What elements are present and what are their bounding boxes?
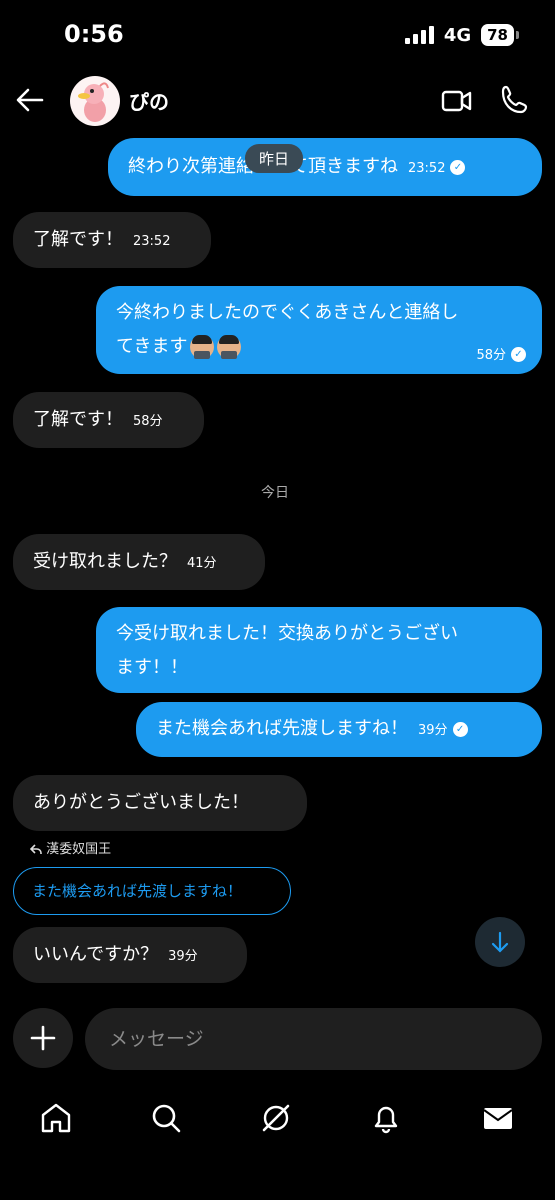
- message-text-line: 今終わりましたのでぐくあきさんと連絡し: [116, 302, 459, 323]
- message-bubble-outgoing[interactable]: また機会あれば先渡しますね！ 39分 ✓: [136, 702, 542, 757]
- message-text: 了解です！: [33, 409, 123, 430]
- message-text-line: 今受け取れました！交換ありがとうござい: [116, 623, 458, 644]
- message-text: また機会あれば先渡しますね！: [156, 718, 408, 739]
- read-check-icon: ✓: [511, 346, 526, 362]
- message-time: 39分: [418, 723, 448, 738]
- message-time: 41分: [187, 556, 217, 571]
- avatar[interactable]: [70, 76, 120, 126]
- mail-icon[interactable]: [480, 1100, 516, 1136]
- message-input[interactable]: [85, 1008, 542, 1070]
- message-text: 了解です！: [33, 229, 123, 250]
- person-emoji-icon: [217, 335, 242, 359]
- search-icon[interactable]: [148, 1100, 184, 1136]
- message-time: 58分: [476, 348, 506, 363]
- message-text: いいんですか？: [33, 944, 159, 965]
- message-text: 受け取れました？: [33, 551, 177, 572]
- message-bubble-outgoing[interactable]: 終わり次第連絡させて頂きますね23:52✓: [108, 138, 542, 196]
- message-bubble-outgoing[interactable]: 今終わりましたのでぐくあきさんと連絡し てきます 58分 ✓: [96, 286, 542, 374]
- message-text: ありがとうございました！: [33, 792, 249, 813]
- scroll-to-bottom-button[interactable]: [475, 917, 525, 967]
- message-bubble-incoming[interactable]: いいんですか？ 39分: [13, 927, 247, 983]
- message-bubble-incoming[interactable]: 受け取れました？ 41分: [13, 534, 265, 590]
- battery-icon: 78: [481, 24, 519, 46]
- message-bubble-outgoing[interactable]: 今受け取れました！交換ありがとうござい ます！！: [96, 607, 542, 693]
- date-separator: 今日: [261, 485, 289, 501]
- read-check-icon: ✓: [452, 721, 468, 737]
- add-attachment-button[interactable]: [13, 1008, 73, 1068]
- message-text-line: てきます: [116, 336, 188, 357]
- bell-icon[interactable]: [368, 1100, 404, 1136]
- message-time: 23:52: [408, 161, 446, 176]
- arrow-left-icon[interactable]: [14, 84, 46, 116]
- reply-arrow-icon: [29, 844, 42, 854]
- conversation-header: ぴの: [0, 72, 555, 132]
- plus-icon: [30, 1025, 56, 1051]
- message-text-line: ます！！: [116, 657, 188, 678]
- contact-name[interactable]: ぴの: [129, 86, 169, 115]
- grok-icon[interactable]: [258, 1100, 294, 1136]
- arrow-down-icon: [491, 931, 509, 953]
- reply-label: 漢委奴国王: [29, 838, 112, 857]
- message-bubble-incoming[interactable]: 了解です！ 23:52: [13, 212, 211, 268]
- message-bubble-incoming[interactable]: ありがとうございました！: [13, 775, 307, 831]
- reply-author: 漢委奴国王: [46, 842, 112, 857]
- message-list[interactable]: 終わり次第連絡させて頂きますね23:52✓ 昨日 了解です！23:52 今終わり…: [0, 132, 555, 992]
- date-pill: 昨日: [245, 144, 304, 173]
- status-indicators: 4G 78: [404, 24, 519, 46]
- network-type: 4G: [443, 24, 472, 46]
- phone-icon[interactable]: [498, 83, 532, 117]
- home-icon[interactable]: [38, 1100, 74, 1136]
- status-time: 0:56: [64, 20, 124, 48]
- message-bubble-incoming[interactable]: 了解です！ 58分: [13, 392, 204, 448]
- message-time: 23:52: [133, 234, 171, 249]
- bottom-navigation: [0, 1092, 555, 1152]
- video-camera-icon[interactable]: [440, 84, 474, 118]
- reply-quote[interactable]: また機会あれば先渡しますね！: [13, 867, 291, 915]
- message-time: 58分: [133, 414, 163, 429]
- signal-icon: [404, 26, 434, 44]
- person-emoji-icon: [190, 335, 215, 359]
- status-bar: 0:56 4G 78: [0, 0, 555, 72]
- read-check-icon: ✓: [450, 159, 466, 175]
- battery-level: 78: [481, 24, 514, 46]
- composer: [0, 1008, 555, 1072]
- message-time: 39分: [168, 949, 198, 964]
